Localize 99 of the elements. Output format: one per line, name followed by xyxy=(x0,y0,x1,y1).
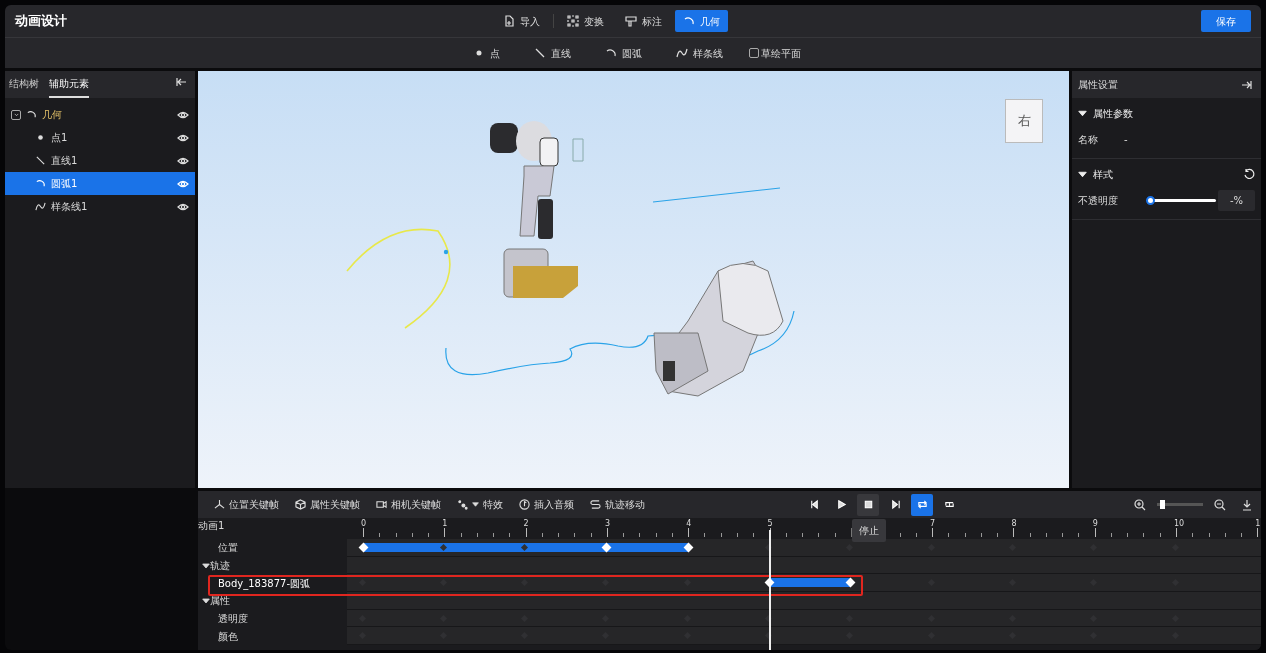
toolbar-button[interactable]: 标注 xyxy=(617,10,670,32)
collapse-right-icon xyxy=(1241,78,1253,91)
value-field[interactable]: -% xyxy=(1218,189,1255,211)
tree-label: 样条线1 xyxy=(51,200,88,214)
timeline-tool-button[interactable]: 位置关键帧 xyxy=(206,493,287,516)
track-label: 透明度 xyxy=(218,612,248,627)
paint-roller-icon xyxy=(625,15,637,27)
loop-icon xyxy=(916,499,928,510)
timeline-tool-button[interactable]: 轨迹移动 xyxy=(582,493,653,516)
save-button[interactable]: 保存 xyxy=(1201,10,1251,32)
play-icon xyxy=(835,499,847,510)
tree-item[interactable]: 直线1 xyxy=(5,149,195,172)
zoom-out-icon[interactable] xyxy=(1214,498,1226,511)
tree-label: 直线1 xyxy=(51,154,78,168)
timeline-tool-button[interactable]: 相机关键帧 xyxy=(368,493,449,516)
triangle-icon[interactable] xyxy=(202,561,210,570)
playback-button[interactable] xyxy=(911,493,933,516)
toolbar-button[interactable]: 导入 xyxy=(495,10,548,32)
tick-label: 2 xyxy=(523,518,529,530)
tick-label: 5 xyxy=(767,518,773,530)
tick-label: 3 xyxy=(604,518,610,530)
tree-item[interactable]: 几何 xyxy=(5,103,195,126)
panel-tab[interactable]: 结构树 xyxy=(9,71,39,98)
dot-icon xyxy=(35,132,46,143)
tree-label: 圆弧1 xyxy=(51,177,78,191)
field-value: - xyxy=(1124,132,1128,147)
group-label: 轨迹 xyxy=(210,559,230,574)
tick-label: 10 xyxy=(1174,518,1185,530)
axes-icon xyxy=(214,499,225,510)
cube-icon xyxy=(295,499,306,510)
tick-label: 0 xyxy=(361,518,367,530)
checkbox-label: 草绘平面 xyxy=(761,46,802,61)
skip-back-icon xyxy=(808,499,820,510)
tick-label: 1 xyxy=(442,518,448,530)
triangle-icon[interactable] xyxy=(202,596,210,605)
curve-icon xyxy=(675,47,688,59)
checkbox[interactable] xyxy=(748,48,759,58)
tree-item[interactable]: 圆弧1 xyxy=(5,172,195,195)
tick-label: 7 xyxy=(930,518,936,530)
dots-icon xyxy=(457,499,468,510)
animation-name: 动画1 xyxy=(198,519,225,533)
group-label: 属性 xyxy=(210,594,230,609)
triangle-icon[interactable] xyxy=(1078,169,1087,179)
tree-item[interactable]: 样条线1 xyxy=(5,195,195,218)
tool-button[interactable]: 样条线 xyxy=(667,42,731,64)
timeline-tool-button[interactable]: 属性关键帧 xyxy=(287,493,368,516)
section-title: 样式 xyxy=(1093,167,1113,182)
field-label: 不透明度 xyxy=(1078,193,1119,208)
tree-item[interactable]: 点1 xyxy=(5,126,195,149)
tool-button[interactable]: 点 xyxy=(464,42,508,64)
skip-forward-icon xyxy=(889,499,901,510)
s-path-icon xyxy=(590,499,601,510)
panel-title: 属性设置 xyxy=(1078,78,1118,92)
tick-label: 4 xyxy=(686,518,692,530)
track-label: Body_183877-圆弧 xyxy=(218,576,311,591)
toolbar-button[interactable]: 变换 xyxy=(559,10,612,32)
arc-icon xyxy=(35,178,46,189)
playback-button[interactable] xyxy=(857,493,879,516)
tick-label: 8 xyxy=(1011,518,1017,530)
tick-label: 9 xyxy=(1092,518,1098,530)
collapse-toggle-icon[interactable] xyxy=(11,109,21,120)
timeline-tool-button[interactable]: 插入音频 xyxy=(511,493,582,516)
collapse-left-icon xyxy=(175,76,187,88)
line-icon xyxy=(533,47,546,59)
triangle-icon[interactable] xyxy=(1078,108,1087,118)
reset-icon[interactable] xyxy=(1243,168,1255,180)
arc-icon xyxy=(26,109,37,120)
tool-model-drawing[interactable] xyxy=(490,121,584,298)
keyframe-bar[interactable] xyxy=(769,578,851,588)
arm-model-drawing[interactable] xyxy=(653,260,784,397)
field-label: 名称 xyxy=(1078,132,1099,147)
section-title: 属性参数 xyxy=(1093,106,1133,121)
track-label: 位置 xyxy=(218,541,238,556)
tree-label: 点1 xyxy=(51,131,68,145)
arc-icon xyxy=(683,15,695,27)
tick-label: 1 xyxy=(1255,518,1261,530)
tooltip: 停止 xyxy=(852,518,886,542)
caret-icon xyxy=(472,501,479,508)
playhead[interactable] xyxy=(768,530,771,650)
tool-button[interactable]: 直线 xyxy=(525,42,579,64)
zoom-slider-handle[interactable] xyxy=(1159,500,1165,509)
point-marker[interactable] xyxy=(443,249,449,255)
tool-button[interactable]: 圆弧 xyxy=(596,42,650,64)
camera-icon xyxy=(376,499,387,510)
track-label: 颜色 xyxy=(218,629,238,644)
file-plus-icon xyxy=(503,15,515,27)
slider-thumb[interactable] xyxy=(1146,195,1155,205)
toolbar-button[interactable]: 几何 xyxy=(675,10,728,32)
stop-icon xyxy=(862,499,874,510)
panel-tab[interactable]: 辅助元素 xyxy=(49,71,89,98)
app-title: 动画设计 xyxy=(15,12,68,31)
view-cube[interactable]: 右 xyxy=(1005,99,1043,143)
curve-icon xyxy=(35,201,46,212)
line-icon xyxy=(35,155,46,166)
arc-icon xyxy=(604,47,617,59)
zoom-in-icon[interactable] xyxy=(1134,498,1146,511)
timeline-tool-button[interactable]: 特效 xyxy=(449,493,511,516)
download-icon[interactable] xyxy=(1241,498,1253,511)
tree-label: 几何 xyxy=(42,108,62,122)
